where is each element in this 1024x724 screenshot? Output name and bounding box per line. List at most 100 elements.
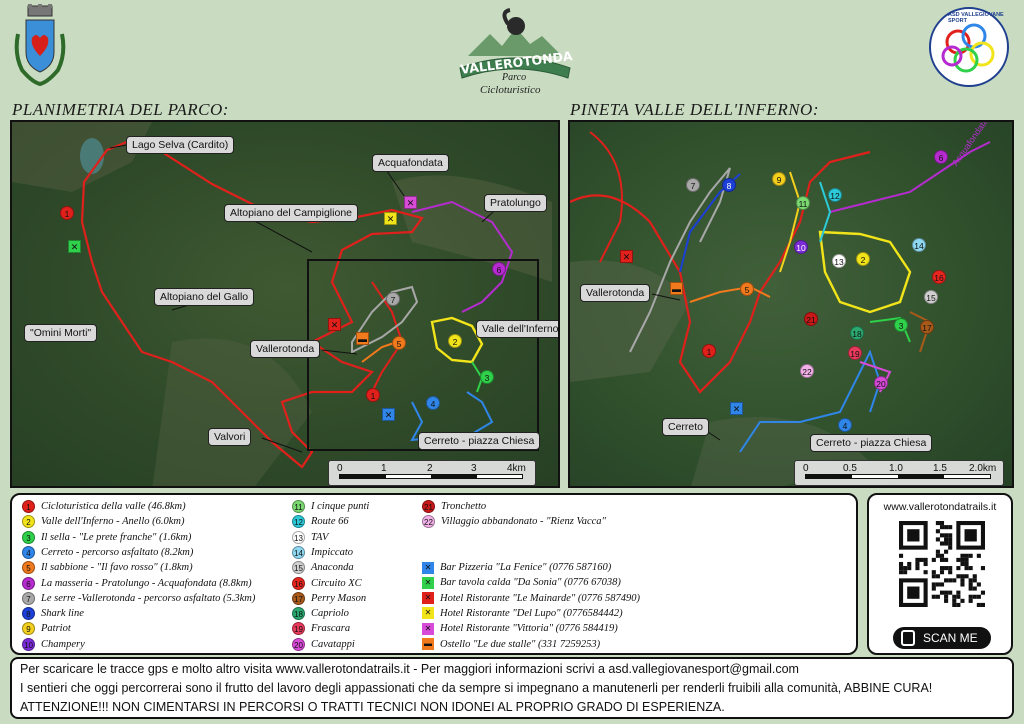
legend-trail-item: 13 TAV bbox=[292, 530, 328, 545]
right-map-heading: PINETA VALLE DELL'INFERNO: bbox=[570, 100, 819, 119]
trail-marker[interactable]: 7 bbox=[686, 178, 700, 192]
trail-marker[interactable]: 9 bbox=[772, 172, 786, 186]
scan-me-button[interactable]: SCAN ME bbox=[893, 627, 991, 649]
legend-trail-item: 14 Impiccato bbox=[292, 545, 353, 560]
legend-trail-item: 19 Frascara bbox=[292, 621, 350, 636]
trail-marker[interactable]: 4 bbox=[426, 396, 440, 410]
trail-marker[interactable]: 8 bbox=[722, 178, 736, 192]
trail-marker[interactable]: 10 bbox=[794, 240, 808, 254]
legend-poi-item: ✕ Hotel Ristorante "Le Mainarde" (0776 58… bbox=[422, 591, 640, 606]
qr-panel: www.vallerotondatrails.it SCAN ME bbox=[867, 493, 1013, 655]
fork-knife-icon: ✕ bbox=[422, 592, 434, 605]
legend-poi-item: ▬ Ostello "Le due stalle" (331 7259253) bbox=[422, 637, 600, 652]
trail-marker[interactable]: 22 bbox=[800, 364, 814, 378]
place-label: Vallerotonda bbox=[250, 340, 321, 358]
fork-knife-icon[interactable]: ✕ bbox=[68, 240, 81, 253]
fork-knife-icon[interactable]: ✕ bbox=[384, 212, 397, 225]
trail-marker[interactable]: 1 bbox=[60, 206, 74, 220]
website-url[interactable]: www.vallerotondatrails.it bbox=[869, 501, 1011, 513]
trail-marker[interactable]: 15 bbox=[924, 290, 938, 304]
place-label: "Omini Morti" bbox=[24, 324, 98, 342]
club-name: ASD VALLEGIOVANE SPORT bbox=[948, 12, 1004, 24]
trail-number-badge: 11 bbox=[292, 500, 305, 514]
trail-marker[interactable]: 13 bbox=[832, 254, 846, 268]
trail-marker[interactable]: 5 bbox=[392, 336, 406, 350]
trail-marker[interactable]: 2 bbox=[448, 334, 462, 348]
trail-name: Capriolo bbox=[311, 608, 349, 620]
fork-knife-icon: ✕ bbox=[422, 561, 434, 574]
trail-marker[interactable]: 14 bbox=[912, 238, 926, 252]
qr-code[interactable] bbox=[899, 521, 985, 607]
trail-number-badge: 9 bbox=[22, 622, 35, 636]
bed-icon[interactable]: ▬ bbox=[670, 282, 683, 295]
trail-marker[interactable]: 12 bbox=[828, 188, 842, 202]
trail-marker[interactable]: 5 bbox=[740, 282, 754, 296]
map-poster: VALLEROTONDA Parco Cicloturistico ASD VA… bbox=[0, 0, 1024, 724]
place-label: Altopiano del Campiglione bbox=[224, 204, 358, 222]
trail-marker[interactable]: 3 bbox=[894, 318, 908, 332]
trail-marker[interactable]: 21 bbox=[804, 312, 818, 326]
trail-name: TAV bbox=[311, 531, 329, 543]
trail-number-badge: 2 bbox=[22, 515, 35, 529]
trail-name: Il sabbione - "Il favo rosso" (1.8km) bbox=[41, 562, 193, 574]
legend-trail-item: 22 Villaggio abbandonato - "Rienz Vacca" bbox=[422, 514, 606, 529]
right-scale-bar: 0 0.5 1.0 1.5 2.0km bbox=[794, 460, 1004, 486]
bed-icon[interactable]: ▬ bbox=[356, 332, 369, 345]
trail-number-badge: 10 bbox=[22, 637, 35, 651]
left-map: Lago Selva (Cardito) Acquafondata Altopi… bbox=[10, 120, 560, 488]
trail-number-badge: 14 bbox=[292, 545, 305, 559]
legend-trail-item: 20 Cavatappi bbox=[292, 637, 355, 652]
trail-marker[interactable]: 2 bbox=[856, 252, 870, 266]
poi-name: Bar tavola calda "Da Sonia" (0776 67038) bbox=[440, 577, 621, 589]
trail-number-badge: 8 bbox=[22, 607, 35, 621]
trail-number-badge: 17 bbox=[292, 591, 305, 605]
fork-knife-icon[interactable]: ✕ bbox=[620, 250, 633, 263]
trail-number-badge: 4 bbox=[22, 545, 35, 559]
trail-number-badge: 3 bbox=[22, 530, 35, 544]
fork-knife-icon[interactable]: ✕ bbox=[328, 318, 341, 331]
trail-marker[interactable]: 11 bbox=[796, 196, 810, 210]
fork-knife-icon[interactable]: ✕ bbox=[404, 196, 417, 209]
trail-marker[interactable]: 20 bbox=[874, 376, 888, 390]
place-label: Pratolungo bbox=[484, 194, 547, 212]
footer-line-1: Per scaricare le tracce gps e molto altr… bbox=[20, 662, 799, 676]
trail-marker[interactable]: 18 bbox=[850, 326, 864, 340]
legend-trail-item: 4 Cerreto - percorso asfaltato (8.2km) bbox=[22, 545, 193, 560]
trail-name: Villaggio abbandonato - "Rienz Vacca" bbox=[441, 516, 606, 528]
place-label: Valvori bbox=[208, 428, 252, 446]
fork-knife-icon[interactable]: ✕ bbox=[730, 402, 743, 415]
trail-marker[interactable]: 3 bbox=[480, 370, 494, 384]
fork-knife-icon: ✕ bbox=[422, 576, 434, 589]
trail-marker[interactable]: 1 bbox=[366, 388, 380, 402]
trail-number-badge: 16 bbox=[292, 576, 305, 590]
trail-marker[interactable]: 16 bbox=[932, 270, 946, 284]
place-label: Acquafondata bbox=[372, 154, 449, 172]
trail-number-badge: 6 bbox=[22, 576, 35, 590]
bed-icon: ▬ bbox=[422, 638, 434, 651]
trail-number-badge: 21 bbox=[422, 500, 435, 514]
trail-number-badge: 20 bbox=[292, 637, 305, 651]
trail-number-badge: 5 bbox=[22, 561, 35, 575]
trail-marker[interactable]: 19 bbox=[848, 346, 862, 360]
legend-poi-item: ✕ Hotel Ristorante "Vittoria" (0776 58441… bbox=[422, 621, 618, 636]
legend-trail-item: 3 Il sella - "Le prete franche" (1.6km) bbox=[22, 530, 191, 545]
trail-marker[interactable]: 4 bbox=[838, 418, 852, 432]
trail-marker[interactable]: 6 bbox=[934, 150, 948, 164]
squirrel-icon bbox=[507, 17, 525, 35]
legend-trail-item: 15 Anaconda bbox=[292, 560, 354, 575]
trail-marker[interactable]: 7 bbox=[386, 292, 400, 306]
legend-trail-item: 16 Circuito XC bbox=[292, 576, 362, 591]
trail-name: Route 66 bbox=[311, 516, 349, 528]
phone-icon bbox=[901, 630, 915, 646]
fork-knife-icon[interactable]: ✕ bbox=[382, 408, 395, 421]
trail-marker[interactable]: 6 bbox=[492, 262, 506, 276]
trail-number-badge: 22 bbox=[422, 515, 435, 529]
trail-name: Shark line bbox=[41, 608, 84, 620]
trail-marker[interactable]: 17 bbox=[920, 320, 934, 334]
legend-trail-item: 5 Il sabbione - "Il favo rosso" (1.8km) bbox=[22, 560, 193, 575]
legend-trail-item: 9 Patriot bbox=[22, 621, 71, 636]
legend-trail-item: 21 Tronchetto bbox=[422, 499, 486, 514]
trail-name: Cerreto - percorso asfaltato (8.2km) bbox=[41, 546, 194, 558]
trail-marker[interactable]: 1 bbox=[702, 344, 716, 358]
fork-knife-icon: ✕ bbox=[422, 607, 434, 620]
